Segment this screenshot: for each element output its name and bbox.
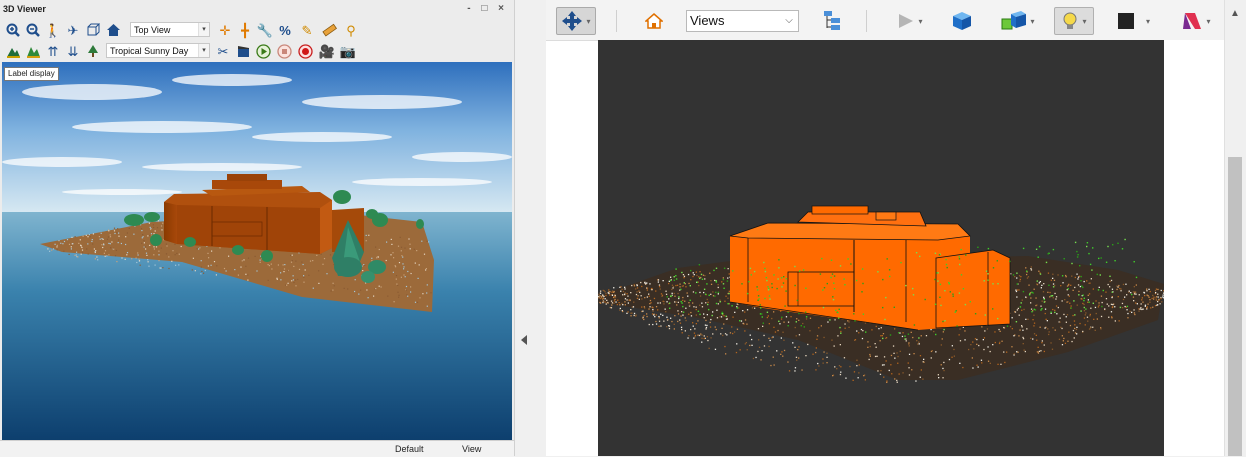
play-icon xyxy=(897,13,915,29)
zoom-out-icon[interactable] xyxy=(24,21,42,39)
viewport-margin xyxy=(1164,40,1224,456)
point-cloud-toolbar: ▾ Views⌵ ▾ ▾ ▾ ▾ ▾ xyxy=(546,0,1224,41)
status-view: View xyxy=(462,444,481,454)
video-camera-icon[interactable]: 🎥 xyxy=(318,42,336,60)
scrollbar-thumb[interactable] xyxy=(1228,157,1242,456)
play-animation-button[interactable]: ▾ xyxy=(892,7,928,35)
home-view-button[interactable] xyxy=(642,7,666,35)
home-icon xyxy=(645,13,663,29)
label-display-tooltip: Label display xyxy=(4,67,59,81)
wrench-icon[interactable]: 🔧 xyxy=(256,21,274,39)
pencil-icon[interactable]: ✎ xyxy=(298,21,316,39)
background-color-button[interactable]: ▾ xyxy=(1114,7,1154,35)
lightbulb-icon xyxy=(1061,11,1079,31)
tree-hierarchy-icon xyxy=(822,10,842,32)
panel-splitter[interactable] xyxy=(515,0,535,456)
box-button[interactable] xyxy=(950,7,974,35)
vertical-scrollbar[interactable]: ▲ xyxy=(1224,0,1246,456)
view-combo[interactable]: Top View▾ xyxy=(130,22,210,37)
clip-cubes-icon xyxy=(1001,11,1027,31)
environment-combo[interactable]: Tropical Sunny Day▾ xyxy=(106,43,210,58)
navigate-arrows-icon xyxy=(561,10,583,32)
viewer-toolbar-2: ⇈ ⇊ Tropical Sunny Day▾ ✂ 🎥 📷 xyxy=(2,40,512,62)
scene-tree-button[interactable] xyxy=(820,7,844,35)
home-icon[interactable] xyxy=(104,21,122,39)
status-default: Default xyxy=(395,444,424,454)
magic-wand-icon[interactable]: ⚲ xyxy=(342,21,360,39)
blue-cube-icon xyxy=(952,11,972,31)
views-combo[interactable]: Views⌵ xyxy=(686,10,799,32)
color-ramp-icon xyxy=(1181,11,1203,31)
clapper-icon[interactable] xyxy=(234,42,252,60)
viewer-title-bar: 3D Viewer - □ × xyxy=(0,2,514,17)
play-icon[interactable] xyxy=(254,42,272,60)
percent-tool-icon[interactable]: % xyxy=(276,21,294,39)
walk-icon[interactable]: 🚶 xyxy=(44,21,62,39)
viewer-toolbar-1: 🚶 ✈ Top View▾ ✛ ╋ 🔧 % ✎ ⚲ xyxy=(2,19,512,41)
collapse-left-arrow-icon[interactable] xyxy=(521,335,527,345)
point-cloud-viewport[interactable] xyxy=(598,40,1164,456)
navigate-tool-button[interactable]: ▾ xyxy=(556,7,596,35)
cube-view-icon[interactable] xyxy=(84,21,102,39)
crosshair-icon[interactable]: ✛ xyxy=(216,21,234,39)
viewer-title: 3D Viewer xyxy=(3,4,46,14)
toolbar-separator xyxy=(616,10,617,32)
lighting-button[interactable]: ▾ xyxy=(1054,7,1094,35)
scissors-icon[interactable]: ✂ xyxy=(214,42,232,60)
color-swatch-icon xyxy=(1118,13,1134,29)
color-ramp-button[interactable]: ▾ xyxy=(1176,7,1216,35)
scroll-up-icon[interactable]: ▲ xyxy=(1230,8,1240,19)
record-icon[interactable] xyxy=(296,42,314,60)
terrain-icon[interactable] xyxy=(4,42,22,60)
fly-icon[interactable]: ✈ xyxy=(64,21,82,39)
zoom-in-icon[interactable] xyxy=(4,21,22,39)
toolbar-separator xyxy=(866,10,867,32)
window-controls[interactable]: - □ × xyxy=(467,3,508,14)
ruler-icon[interactable] xyxy=(320,21,338,39)
camera-icon[interactable]: 📷 xyxy=(339,42,357,60)
scale-down-icon[interactable]: ⇊ xyxy=(64,42,82,60)
clip-box-button[interactable]: ▾ xyxy=(996,7,1040,35)
tree-icon[interactable] xyxy=(84,42,102,60)
viewer-status-bar: Default View xyxy=(0,440,514,457)
scale-up-icon[interactable]: ⇈ xyxy=(44,42,62,60)
mountain-icon[interactable] xyxy=(24,42,42,60)
viewer-3d-scene[interactable] xyxy=(2,62,512,440)
move-cross-icon[interactable]: ╋ xyxy=(236,21,254,39)
stop-icon[interactable] xyxy=(275,42,293,60)
